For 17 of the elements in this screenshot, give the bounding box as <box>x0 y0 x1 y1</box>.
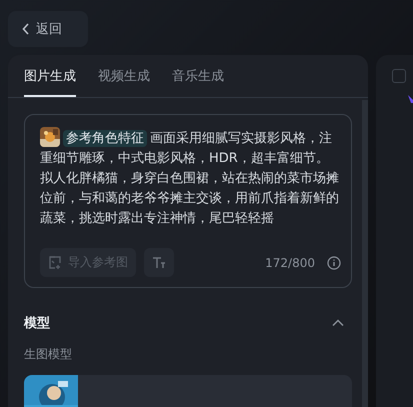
section-title: 模型 <box>24 315 50 332</box>
chevron-up-icon[interactable] <box>332 319 344 328</box>
checkbox[interactable] <box>392 69 406 83</box>
info-icon[interactable] <box>327 256 341 270</box>
model-card[interactable] <box>24 375 352 407</box>
tab[interactable]: 视频生成 <box>98 55 150 97</box>
text-format-button[interactable] <box>144 248 174 278</box>
chevron-left-icon <box>22 23 30 35</box>
tab[interactable]: 音乐生成 <box>172 55 224 97</box>
scrollbar[interactable] <box>362 100 368 407</box>
character-counter: 172/800 <box>265 256 315 270</box>
text-size-icon <box>152 256 166 270</box>
prompt-text: 参考角色特征 画面采用细腻写实摄影风格，注重细节雕琢，中式电影风格，HDR，超丰富细节。拟人化胖橘猫，身穿白色围裙，站在热闹的菜市场摊位前，与和蔼的老爷爷摊主交谈，用前爪指着新鲜的蔬菜，挑选时露出专注神情，尾巴轻轻摇 <box>40 127 341 231</box>
tab[interactable]: 图片生成 <box>24 55 76 97</box>
image-add-icon <box>48 256 62 270</box>
back-button[interactable]: 返回 <box>8 11 88 47</box>
section-subtitle: 生图模型 <box>24 346 73 364</box>
